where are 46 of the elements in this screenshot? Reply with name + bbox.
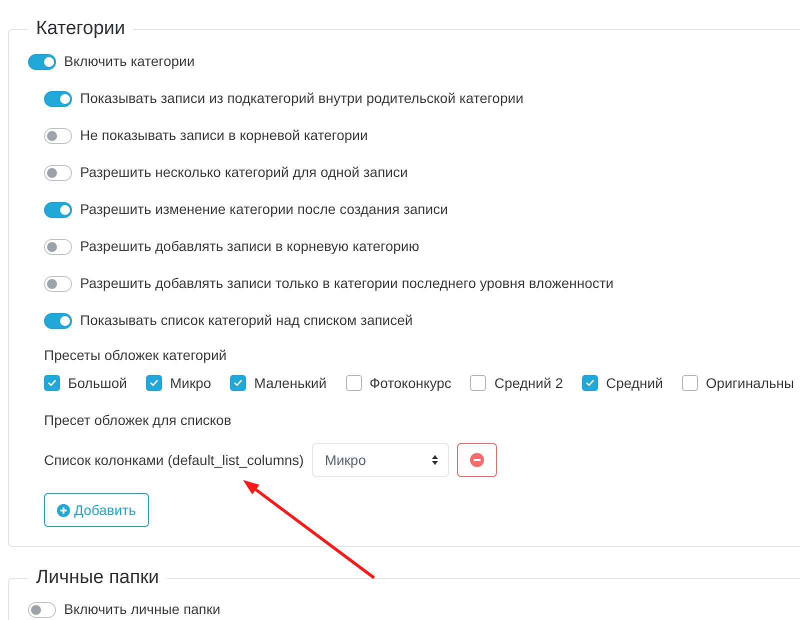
toggle-switch[interactable] — [44, 90, 72, 106]
toggle-switch[interactable] — [44, 128, 72, 144]
group-label: Пресет обложек для списков — [44, 411, 232, 430]
toggle-switch[interactable] — [28, 54, 56, 70]
checkbox[interactable] — [346, 375, 362, 391]
checkbox[interactable] — [230, 375, 246, 391]
checkbox-label: Микро — [170, 374, 212, 393]
toggle-label: Включить личные папки — [64, 600, 220, 619]
checkbox-label: Фотоконкурс — [370, 374, 452, 393]
checkbox-label: Средний — [606, 374, 663, 393]
updown-caret-icon — [432, 455, 438, 465]
toggle-label: Разрешить изменение категории после создания записи — [80, 200, 448, 219]
toggle-label: Включить категории — [64, 52, 195, 71]
toggle-switch[interactable] — [44, 276, 72, 292]
toggle-switch[interactable] — [44, 202, 72, 218]
checkbox-label: Маленький — [254, 374, 327, 392]
toggle-label: Разрешить несколько категорий для одной записи — [80, 163, 408, 182]
toggle-label: Не показывать записи в корневой категории — [80, 126, 368, 145]
toggle-label: Показывать записи из подкатегорий внутри родительской категории — [80, 89, 524, 108]
checkbox-label: Средний 2 — [494, 374, 563, 393]
checkbox[interactable] — [682, 375, 698, 391]
check-icon — [234, 380, 242, 386]
remove-button[interactable] — [456, 443, 497, 477]
checkbox[interactable] — [470, 375, 486, 391]
checkbox[interactable] — [146, 375, 162, 391]
toggle-switch[interactable] — [44, 238, 72, 254]
toggle-switch[interactable] — [44, 312, 72, 328]
checkbox-label: Большой — [68, 374, 127, 392]
toggle-switch[interactable] — [44, 164, 72, 180]
toggle-switch[interactable] — [28, 602, 56, 618]
toggle-label: Разрешить добавлять записи в корневую категорию — [80, 237, 420, 256]
checkbox-label: Оригинальны — [706, 374, 794, 393]
minus-circle-icon — [470, 453, 484, 467]
preset-label: Список колонками (default_list_columns) — [44, 450, 304, 470]
check-icon — [150, 380, 158, 386]
checkbox[interactable] — [582, 375, 598, 391]
preset-select[interactable]: Микро — [312, 443, 449, 477]
toggle-label: Показывать список категорий над списком записей — [80, 311, 413, 330]
check-icon — [48, 380, 56, 386]
plus-circle-icon — [57, 504, 70, 516]
checkbox[interactable] — [44, 375, 60, 391]
panel-title: Личные папки — [35, 566, 160, 590]
check-icon — [586, 380, 594, 386]
group-label: Пресеты обложек категорий — [44, 346, 228, 365]
toggle-label: Разрешить добавлять записи только в категории последнего уровня вложенности — [80, 274, 614, 293]
panel-title: Категории — [35, 17, 126, 41]
